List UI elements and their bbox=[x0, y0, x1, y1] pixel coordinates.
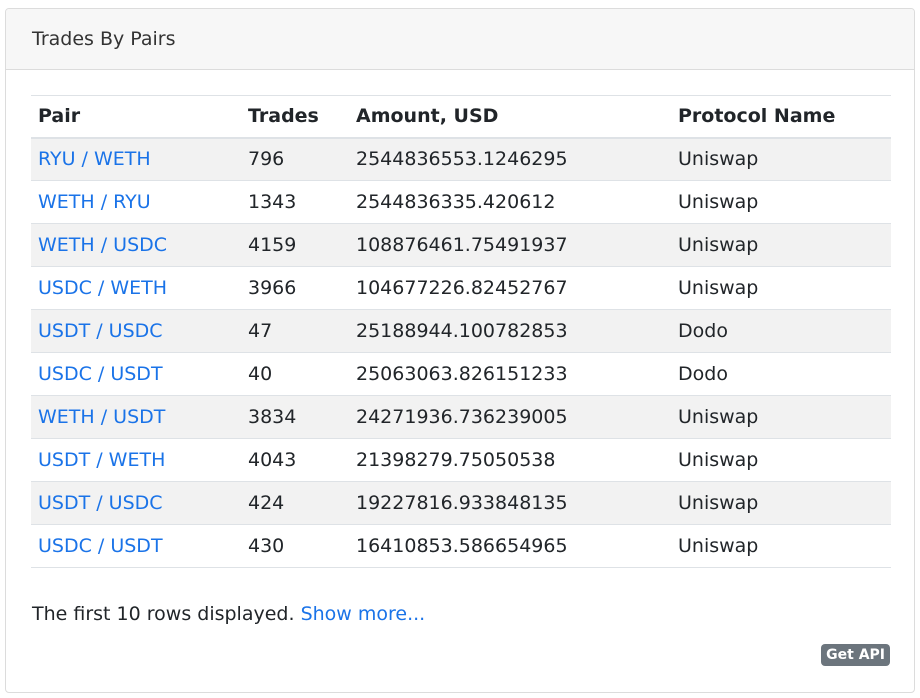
table-row: WETH / USDT 3834 24271936.736239005 Uniswap bbox=[31, 395, 891, 439]
amount-cell: 2544836335.420612 bbox=[349, 180, 671, 224]
amount-cell: 2544836553.1246295 bbox=[349, 137, 671, 181]
pair-cell: WETH / RYU bbox=[31, 180, 241, 224]
amount-cell: 25063063.826151233 bbox=[349, 352, 671, 396]
amount-cell: 24271936.736239005 bbox=[349, 395, 671, 439]
table-row: USDT / WETH 4043 21398279.75050538 Uniswap bbox=[31, 438, 891, 482]
trades-cell: 424 bbox=[241, 481, 349, 525]
pair-cell: USDT / USDC bbox=[31, 309, 241, 353]
pair-cell: USDT / WETH bbox=[31, 438, 241, 482]
trades-cell: 430 bbox=[241, 524, 349, 568]
table-row: USDC / WETH 3966 104677226.82452767 Uniswap bbox=[31, 266, 891, 310]
table-row: USDC / USDT 40 25063063.826151233 Dodo bbox=[31, 352, 891, 396]
pair-cell: USDC / USDT bbox=[31, 352, 241, 396]
table-row: WETH / RYU 1343 2544836335.420612 Uniswap bbox=[31, 180, 891, 224]
trades-cell: 3966 bbox=[241, 266, 349, 310]
amount-cell: 25188944.100782853 bbox=[349, 309, 671, 353]
protocol-cell: Uniswap bbox=[671, 266, 891, 310]
card-header: Trades By Pairs bbox=[6, 9, 914, 70]
get-api-button[interactable]: Get API bbox=[821, 644, 890, 666]
pair-link[interactable]: RYU / WETH bbox=[38, 148, 151, 170]
amount-cell: 21398279.75050538 bbox=[349, 438, 671, 482]
pair-cell: WETH / USDT bbox=[31, 395, 241, 439]
amount-cell: 104677226.82452767 bbox=[349, 266, 671, 310]
trades-cell: 1343 bbox=[241, 180, 349, 224]
pair-link[interactable]: USDT / WETH bbox=[38, 449, 165, 471]
pair-link[interactable]: USDC / USDT bbox=[38, 535, 163, 557]
pair-link[interactable]: WETH / USDC bbox=[38, 234, 167, 256]
rows-displayed-text: The first 10 rows displayed. bbox=[32, 603, 295, 625]
protocol-cell: Uniswap bbox=[671, 481, 891, 525]
table-row: WETH / USDC 4159 108876461.75491937 Uniswap bbox=[31, 223, 891, 267]
trades-cell: 4043 bbox=[241, 438, 349, 482]
table-row: USDT / USDC 47 25188944.100782853 Dodo bbox=[31, 309, 891, 353]
pair-cell: USDC / USDT bbox=[31, 524, 241, 568]
pair-link[interactable]: USDC / WETH bbox=[38, 277, 167, 299]
amount-cell: 16410853.586654965 bbox=[349, 524, 671, 568]
column-header-pair: Pair bbox=[31, 95, 241, 139]
amount-cell: 108876461.75491937 bbox=[349, 223, 671, 267]
column-header-trades: Trades bbox=[241, 95, 349, 139]
amount-cell: 19227816.933848135 bbox=[349, 481, 671, 525]
pair-cell: USDT / USDC bbox=[31, 481, 241, 525]
table-row: RYU / WETH 796 2544836553.1246295 Uniswap bbox=[31, 137, 891, 181]
pair-link[interactable]: USDC / USDT bbox=[38, 363, 163, 385]
protocol-cell: Uniswap bbox=[671, 137, 891, 181]
trades-cell: 47 bbox=[241, 309, 349, 353]
protocol-cell: Uniswap bbox=[671, 395, 891, 439]
column-header-amount: Amount, USD bbox=[349, 95, 671, 139]
pair-link[interactable]: WETH / RYU bbox=[38, 191, 151, 213]
protocol-cell: Dodo bbox=[671, 352, 891, 396]
table-row: USDT / USDC 424 19227816.933848135 Uniswap bbox=[31, 481, 891, 525]
trades-table-container: Pair Trades Amount, USD Protocol Name RY… bbox=[31, 95, 891, 568]
protocol-cell: Uniswap bbox=[671, 180, 891, 224]
card-title: Trades By Pairs bbox=[32, 28, 176, 50]
pair-link[interactable]: WETH / USDT bbox=[38, 406, 165, 428]
show-more-link[interactable]: Show more... bbox=[301, 603, 426, 625]
column-header-protocol: Protocol Name bbox=[671, 95, 891, 139]
protocol-cell: Uniswap bbox=[671, 524, 891, 568]
rows-displayed-note: The first 10 rows displayed. Show more..… bbox=[32, 603, 425, 625]
trades-table: Pair Trades Amount, USD Protocol Name RY… bbox=[31, 95, 891, 568]
protocol-cell: Dodo bbox=[671, 309, 891, 353]
pair-link[interactable]: USDT / USDC bbox=[38, 492, 163, 514]
pair-cell: USDC / WETH bbox=[31, 266, 241, 310]
table-row: USDC / USDT 430 16410853.586654965 Uniswap bbox=[31, 524, 891, 568]
trades-cell: 4159 bbox=[241, 223, 349, 267]
pair-cell: WETH / USDC bbox=[31, 223, 241, 267]
trades-cell: 3834 bbox=[241, 395, 349, 439]
protocol-cell: Uniswap bbox=[671, 223, 891, 267]
table-header-row: Pair Trades Amount, USD Protocol Name bbox=[31, 95, 891, 139]
trades-cell: 796 bbox=[241, 137, 349, 181]
trades-by-pairs-card: Trades By Pairs Pair Trades Amount, USD … bbox=[5, 8, 915, 693]
trades-cell: 40 bbox=[241, 352, 349, 396]
pair-cell: RYU / WETH bbox=[31, 137, 241, 181]
protocol-cell: Uniswap bbox=[671, 438, 891, 482]
pair-link[interactable]: USDT / USDC bbox=[38, 320, 163, 342]
